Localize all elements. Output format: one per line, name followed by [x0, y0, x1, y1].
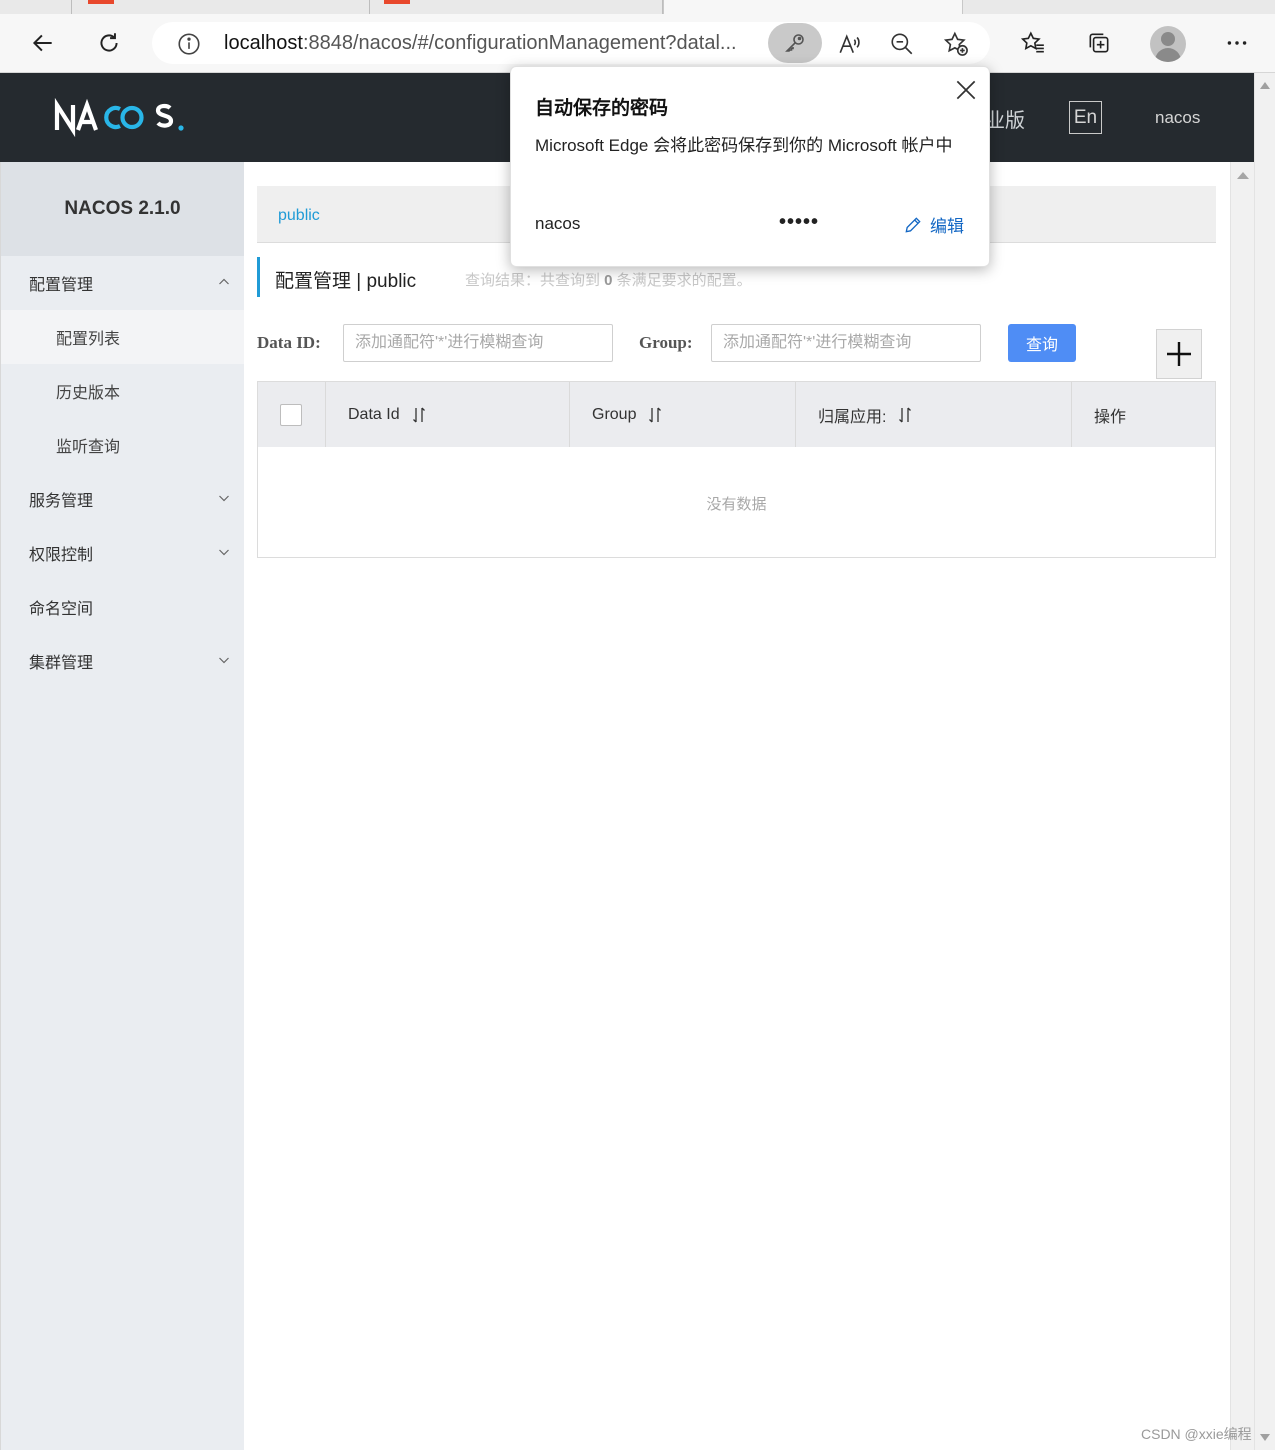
scroll-up-arrow-icon[interactable]	[1237, 172, 1249, 179]
favorites-icon[interactable]	[1014, 24, 1052, 62]
query-button[interactable]: 查询	[1008, 324, 1076, 362]
sidebar-item-listener-query[interactable]: 监听查询	[1, 418, 244, 472]
sidebar-item-label: 历史版本	[56, 385, 121, 402]
sidebar-item-config-list[interactable]: 配置列表	[1, 310, 244, 364]
sidebar-item-label: 配置管理	[29, 277, 94, 294]
version-label: NACOS 2.1.0	[1, 162, 244, 256]
saved-username: nacos	[535, 214, 581, 233]
language-toggle-button[interactable]: En	[1069, 101, 1102, 134]
popup-title: 自动保存的密码	[535, 98, 669, 119]
sidebar-item-label: 配置列表	[56, 331, 121, 348]
page-title: 配置管理 | public	[275, 271, 417, 292]
column-label: Data Id	[348, 405, 400, 423]
column-label: 归属应用:	[818, 408, 887, 426]
table-header: Data Id Group 归属应用: 操作	[258, 382, 1215, 447]
nacos-logo-icon[interactable]	[54, 97, 204, 137]
key-icon[interactable]	[768, 23, 822, 63]
chevron-down-icon	[219, 495, 229, 502]
sidebar-item-access-control[interactable]: 权限控制	[1, 526, 244, 580]
profile-body	[1155, 48, 1181, 62]
edit-password-button[interactable]: 编辑	[903, 212, 964, 237]
refresh-icon[interactable]	[90, 24, 128, 62]
column-header-app[interactable]: 归属应用:	[796, 382, 1072, 447]
page-scrollbar[interactable]	[1254, 73, 1275, 1450]
url-text[interactable]: localhost:8848/nacos/#/configurationMana…	[224, 32, 769, 55]
more-icon[interactable]	[1218, 24, 1256, 62]
content-scrollbar[interactable]	[1230, 162, 1254, 1450]
pencil-icon	[905, 216, 921, 233]
tab-favicon-icon	[384, 0, 410, 4]
select-all-checkbox[interactable]	[280, 403, 302, 426]
dataid-search-input[interactable]	[343, 324, 613, 362]
password-saved-popup: 自动保存的密码 Microsoft Edge 会将此密码保存到你的 Micros…	[510, 66, 990, 267]
sort-icon[interactable]	[648, 406, 662, 424]
header-partial-label[interactable]: 业版	[985, 104, 1025, 133]
sidebar-item-label: 监听查询	[56, 439, 121, 456]
sidebar: NACOS 2.1.0 配置管理 配置列表 历史版本 监听查询 服务管理 权限控…	[0, 162, 244, 1450]
select-all-cell	[258, 382, 326, 447]
chevron-up-icon	[219, 278, 229, 285]
chevron-down-icon	[219, 549, 229, 556]
profile-icon[interactable]	[1150, 26, 1186, 62]
sidebar-item-namespace[interactable]: 命名空间	[1, 580, 244, 634]
favorite-add-icon[interactable]	[942, 30, 970, 58]
browser-tab[interactable]	[72, 0, 370, 14]
sidebar-item-label: 服务管理	[29, 493, 94, 510]
sidebar-item-cluster-management[interactable]: 集群管理	[1, 634, 244, 688]
address-bar[interactable]: localhost:8848/nacos/#/configurationMana…	[152, 22, 990, 64]
sort-icon[interactable]	[898, 406, 912, 424]
column-label: 操作	[1094, 408, 1127, 426]
column-header-group[interactable]: Group	[570, 382, 796, 447]
browser-tab-active[interactable]	[663, 0, 963, 14]
plus-icon	[1167, 342, 1191, 366]
empty-table-text: 没有数据	[706, 496, 767, 513]
tab-favicon-icon	[88, 0, 114, 4]
sort-icon[interactable]	[412, 406, 426, 424]
namespace-link-public[interactable]: public	[278, 207, 320, 225]
scroll-down-arrow-icon[interactable]	[1260, 1434, 1270, 1441]
add-config-button[interactable]	[1156, 329, 1202, 379]
column-label: Group	[592, 405, 637, 423]
column-header-actions: 操作	[1072, 382, 1215, 447]
browser-tab-strip	[0, 0, 1275, 14]
column-header-dataid[interactable]: Data Id	[326, 382, 570, 447]
scroll-up-arrow-icon[interactable]	[1260, 82, 1270, 89]
browser-toolbar: localhost:8848/nacos/#/configurationMana…	[0, 14, 1275, 73]
group-search-input[interactable]	[711, 324, 981, 362]
close-icon[interactable]	[953, 77, 979, 103]
chevron-down-icon	[219, 657, 229, 664]
zoom-out-icon[interactable]	[888, 30, 916, 58]
info-icon[interactable]	[176, 31, 202, 57]
sidebar-item-history[interactable]: 历史版本	[1, 364, 244, 418]
saved-password-mask: •••••	[779, 211, 820, 233]
sidebar-item-label: 集群管理	[29, 655, 94, 672]
user-menu[interactable]: nacos	[1155, 108, 1200, 128]
browser-tab[interactable]	[370, 0, 663, 14]
read-aloud-icon[interactable]	[836, 30, 864, 58]
sidebar-item-label: 权限控制	[29, 547, 94, 564]
group-label: Group:	[639, 333, 693, 352]
edit-label: 编辑	[930, 217, 964, 236]
watermark: CSDN @xxie编程	[1141, 1426, 1252, 1442]
back-arrow-icon[interactable]	[24, 24, 62, 62]
profile-head	[1161, 32, 1175, 46]
query-result-text: 查询结果：共查询到 0 条满足要求的配置。	[465, 272, 752, 289]
sidebar-item-label: 命名空间	[29, 601, 94, 618]
collections-icon[interactable]	[1080, 24, 1118, 62]
sidebar-item-config-management[interactable]: 配置管理	[1, 256, 244, 310]
popup-description: Microsoft Edge 会将此密码保存到你的 Microsoft 帐户中	[535, 136, 953, 155]
sidebar-item-service-management[interactable]: 服务管理	[1, 472, 244, 526]
browser-tab[interactable]	[0, 0, 72, 14]
config-table: Data Id Group 归属应用: 操作 没有数据	[257, 381, 1216, 558]
dataid-label: Data ID:	[257, 333, 321, 352]
